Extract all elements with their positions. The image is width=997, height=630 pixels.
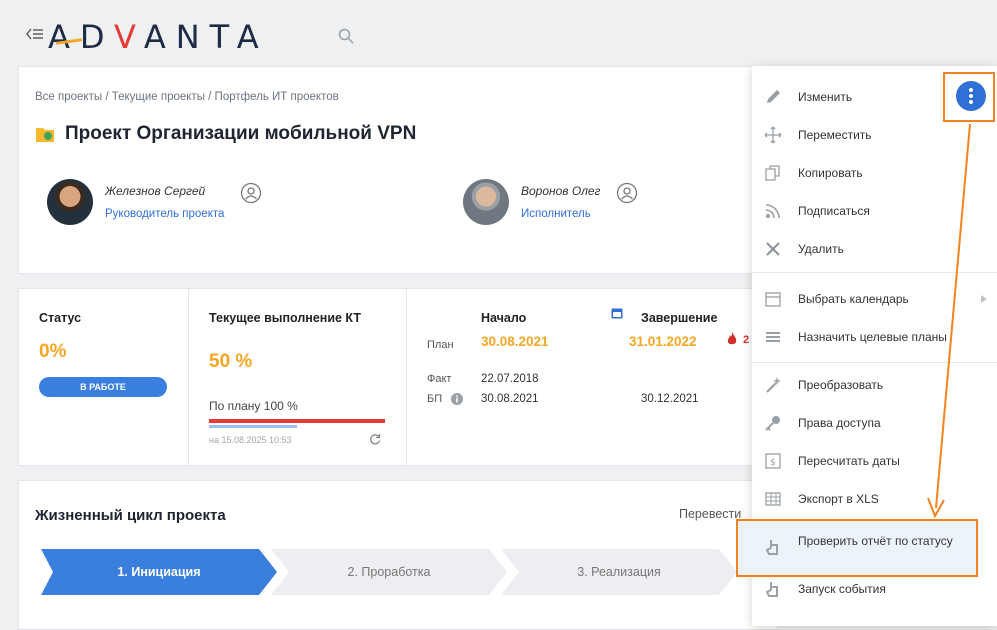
lifecycle-transfer-link[interactable]: Перевести (679, 507, 741, 521)
lifecycle-title: Жизненный цикл проекта (35, 507, 226, 524)
person-name: Воронов Олег (521, 184, 601, 198)
user-circle-icon[interactable] (240, 182, 262, 204)
stage-label: 2. Проработка (347, 565, 431, 579)
kebab-dot (969, 94, 973, 98)
status-title: Статус (39, 311, 82, 325)
menu-separator (752, 362, 997, 363)
menu-separator (752, 272, 997, 273)
avatar[interactable] (463, 179, 509, 225)
svg-text:$: $ (770, 458, 776, 468)
more-actions-button[interactable] (956, 81, 986, 111)
menu-item-delete[interactable]: Удалить (752, 238, 997, 260)
breadcrumb[interactable]: Все проекты / Текущие проекты / Портфель… (35, 91, 339, 103)
top-bar: ADVANTA (0, 0, 997, 64)
refresh-icon[interactable] (369, 433, 381, 445)
plan-text: По плану 100 % (209, 399, 298, 413)
plan-end-date: 31.01.2022 (629, 334, 697, 349)
project-header-card: Все проекты / Текущие проекты / Портфель… (18, 66, 778, 274)
stage-label: 3. Реализация (577, 565, 661, 579)
user-circle-icon[interactable] (616, 182, 638, 204)
project-title-row: Проект Организации мобильной VPN (35, 123, 416, 145)
calendar-icon[interactable] (611, 307, 623, 319)
end-header: Завершение (641, 311, 718, 325)
progress-bar-plan (209, 425, 297, 428)
menu-item-copy[interactable]: Копировать (752, 162, 997, 184)
annotation-highlight-box (736, 519, 978, 577)
plans-icon (766, 332, 780, 342)
copy-icon (765, 165, 780, 181)
project-folder-icon (36, 128, 54, 142)
bp-start-date: 30.08.2021 (481, 393, 539, 405)
calendar-icon (765, 292, 781, 307)
table-icon (765, 492, 781, 506)
person-role-link[interactable]: Руководитель проекта (105, 208, 224, 220)
kebab-dot (969, 88, 973, 92)
page-title: Проект Организации мобильной VPN (65, 123, 417, 144)
overdue-days: 2 (743, 334, 750, 346)
info-icon[interactable] (451, 393, 463, 405)
rss-icon (765, 204, 780, 219)
chevron-right-icon (981, 295, 987, 303)
wand-icon (766, 377, 781, 393)
bp-end-date: 30.12.2021 (641, 393, 699, 405)
recalc-icon: $ (765, 453, 781, 469)
fire-icon (727, 332, 737, 345)
search-icon[interactable] (338, 28, 354, 44)
menu-item-convert[interactable]: Преобразовать (752, 374, 997, 396)
project-stats-card: Статус 0% В РАБОТЕ Текущее выполнение КТ… (18, 288, 778, 466)
menu-item-choose-calendar[interactable]: Выбрать календарь (752, 288, 997, 310)
move-icon (764, 126, 782, 144)
kt-column: Текущее выполнение КТ 50 % По плану 100 … (189, 289, 407, 465)
person-manager: Железнов Сергей Руководитель проекта (47, 179, 262, 225)
collapse-menu-icon[interactable] (26, 28, 44, 40)
progress-bar-actual (209, 419, 385, 423)
bp-label: БП (427, 393, 443, 405)
avatar[interactable] (47, 179, 93, 225)
plan-start-date: 30.08.2021 (481, 334, 549, 349)
start-header: Начало (481, 311, 527, 325)
menu-item-assign-target-plans[interactable]: Назначить целевые планы (752, 320, 997, 354)
kt-title: Текущее выполнение КТ (209, 311, 362, 325)
app-logo[interactable]: ADVANTA (48, 18, 269, 56)
pencil-icon (767, 90, 780, 103)
person-name: Железнов Сергей (105, 184, 206, 198)
menu-item-access-rights[interactable]: Права доступа (752, 412, 997, 434)
person-role-link[interactable]: Исполнитель (521, 208, 600, 220)
menu-item-recalculate-dates[interactable]: $ Пересчитать даты (752, 450, 997, 472)
kt-value: 50 % (209, 351, 253, 372)
menu-item-export-xls[interactable]: Экспорт в XLS (752, 488, 997, 510)
hand-icon (765, 582, 778, 597)
status-column: Статус 0% В РАБОТЕ (19, 289, 189, 465)
stage-1[interactable]: 1. Инициация (41, 549, 277, 595)
status-badge[interactable]: В РАБОТЕ (39, 377, 167, 397)
menu-item-subscribe[interactable]: Подписаться (752, 200, 997, 222)
stage-label: 1. Инициация (117, 565, 201, 579)
person-executor: Воронов Олег Исполнитель (463, 179, 638, 225)
plan-label: План (427, 339, 454, 351)
close-icon (766, 242, 780, 256)
lifecycle-card: Жизненный цикл проекта Перевести 1. Иниц… (18, 480, 778, 630)
menu-item-run-event[interactable]: Запуск события (752, 578, 997, 600)
status-value: 0% (39, 341, 67, 362)
fact-label: Факт (427, 373, 452, 385)
stage-3[interactable]: 3. Реализация (501, 549, 737, 595)
stage-2[interactable]: 2. Проработка (271, 549, 507, 595)
menu-item-move[interactable]: Переместить (752, 124, 997, 146)
fact-start-date: 22.07.2018 (481, 373, 539, 385)
kebab-dot (969, 100, 973, 104)
updated-timestamp: на 15.08.2025 10:53 (209, 435, 292, 445)
key-icon (765, 416, 780, 431)
